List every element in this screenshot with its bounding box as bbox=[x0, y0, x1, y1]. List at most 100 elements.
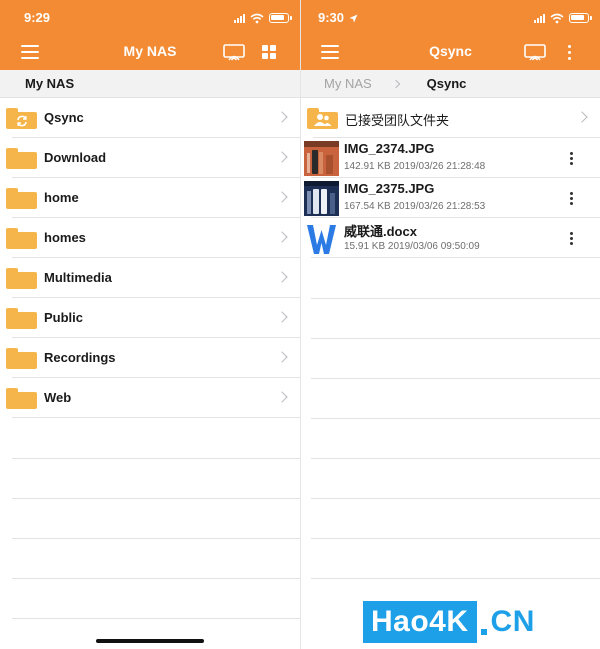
qsync-screen: 9:30 Qsync My NAS Qsync 已接受团队文件夹 IMG_237… bbox=[301, 0, 600, 649]
list-divider bbox=[311, 418, 600, 419]
folder-item-qsync[interactable]: Qsync bbox=[0, 98, 300, 138]
list-divider bbox=[311, 338, 600, 339]
chevron-right-icon bbox=[276, 151, 288, 163]
watermark-logo: Hao4K CN bbox=[363, 601, 589, 643]
shared-folder-label: 已接受团队文件夹 bbox=[345, 113, 450, 128]
breadcrumb: My NAS Qsync bbox=[301, 70, 600, 98]
list-divider bbox=[311, 298, 600, 299]
file-more-button[interactable] bbox=[564, 230, 578, 246]
cellular-signal-icon bbox=[534, 13, 545, 23]
file-name: IMG_2374.JPG bbox=[344, 141, 435, 156]
folder-icon bbox=[6, 228, 37, 249]
folder-icon bbox=[6, 188, 37, 209]
chevron-right-icon bbox=[276, 231, 288, 243]
file-name: 威联通.docx bbox=[344, 224, 417, 239]
status-indicators bbox=[234, 12, 292, 24]
folder-icon bbox=[6, 308, 37, 329]
team-folder-icon bbox=[307, 108, 338, 129]
list-divider bbox=[311, 378, 600, 379]
chevron-right-icon bbox=[276, 351, 288, 363]
status-time: 9:29 bbox=[24, 10, 51, 25]
wifi-icon bbox=[550, 13, 564, 23]
breadcrumb: My NAS bbox=[0, 70, 300, 98]
file-meta: 142.91 KB 2019/03/26 21:28:48 bbox=[344, 161, 486, 172]
folder-item-recordings[interactable]: Recordings bbox=[0, 338, 300, 378]
chevron-right-icon bbox=[576, 111, 588, 123]
menu-icon bbox=[321, 45, 339, 59]
folder-item-download[interactable]: Download bbox=[0, 138, 300, 178]
menu-button[interactable] bbox=[17, 40, 43, 64]
folder-label: home bbox=[44, 190, 79, 205]
more-vertical-icon bbox=[567, 44, 571, 60]
list-divider bbox=[12, 618, 300, 619]
breadcrumb-separator-icon bbox=[391, 79, 400, 88]
folder-label: Qsync bbox=[44, 110, 84, 125]
navigation-bar: 9:29 My NAS bbox=[0, 0, 300, 70]
more-options-button[interactable] bbox=[556, 40, 582, 64]
folder-icon bbox=[6, 348, 37, 369]
location-arrow-icon bbox=[349, 14, 358, 23]
image-thumbnail bbox=[304, 181, 339, 216]
list-divider bbox=[311, 538, 600, 539]
cast-button[interactable] bbox=[522, 40, 548, 64]
chevron-right-icon bbox=[276, 111, 288, 123]
battery-icon bbox=[269, 13, 292, 23]
menu-icon bbox=[21, 45, 39, 59]
cast-icon bbox=[524, 43, 546, 60]
file-item-img-2374[interactable]: IMG_2374.JPG 142.91 KB 2019/03/26 21:28:… bbox=[301, 138, 600, 178]
home-indicator[interactable] bbox=[96, 639, 204, 643]
folder-item-home[interactable]: home bbox=[0, 178, 300, 218]
status-time: 9:30 bbox=[318, 10, 345, 25]
list-divider bbox=[311, 458, 600, 459]
folder-list: Qsync Download home homes Multimedia Pub… bbox=[0, 98, 300, 418]
status-indicators bbox=[534, 12, 592, 24]
chevron-right-icon bbox=[276, 191, 288, 203]
folder-label: Public bbox=[44, 310, 84, 325]
image-thumbnail bbox=[304, 141, 339, 176]
page-title: My NAS bbox=[123, 43, 177, 59]
grid-view-button[interactable] bbox=[256, 40, 282, 64]
qsync-folder-icon bbox=[6, 108, 37, 129]
list-divider bbox=[311, 498, 600, 499]
list-divider bbox=[311, 578, 600, 579]
watermark-dot bbox=[480, 629, 487, 635]
folder-label: Recordings bbox=[44, 350, 116, 365]
folder-label: Download bbox=[44, 150, 107, 165]
navigation-bar: 9:30 Qsync bbox=[301, 0, 600, 70]
file-more-button[interactable] bbox=[564, 190, 578, 206]
folder-label: Multimedia bbox=[44, 270, 112, 285]
cast-button[interactable] bbox=[221, 40, 247, 64]
file-name: IMG_2375.JPG bbox=[344, 181, 435, 196]
watermark-box-text: Hao4K bbox=[363, 601, 477, 643]
menu-button[interactable] bbox=[317, 40, 343, 64]
grid-view-icon bbox=[262, 45, 276, 59]
file-item-docx[interactable]: 威联通.docx 15.91 KB 2019/03/06 09:50:09 bbox=[301, 218, 600, 258]
folder-icon bbox=[6, 268, 37, 289]
battery-icon bbox=[569, 13, 592, 23]
file-list: 已接受团队文件夹 IMG_2374.JPG 142.91 KB 2019/03/… bbox=[301, 98, 600, 258]
chevron-right-icon bbox=[276, 311, 288, 323]
chevron-right-icon bbox=[276, 271, 288, 283]
shared-folder-item[interactable]: 已接受团队文件夹 bbox=[301, 98, 600, 138]
watermark-text: CN bbox=[490, 605, 535, 638]
file-item-img-2375[interactable]: IMG_2375.JPG 167.54 KB 2019/03/26 21:28:… bbox=[301, 178, 600, 218]
folder-label: Web bbox=[44, 390, 72, 405]
my-nas-screen: 9:29 My NAS My NAS Qsync Download home h… bbox=[0, 0, 300, 649]
list-divider bbox=[12, 498, 300, 499]
cast-icon bbox=[223, 43, 245, 60]
folder-icon bbox=[6, 148, 37, 169]
folder-label: homes bbox=[44, 230, 86, 245]
cellular-signal-icon bbox=[234, 13, 245, 23]
file-meta: 15.91 KB 2019/03/06 09:50:09 bbox=[344, 241, 480, 252]
folder-item-multimedia[interactable]: Multimedia bbox=[0, 258, 300, 298]
breadcrumb-parent[interactable]: My NAS bbox=[324, 76, 372, 91]
folder-item-web[interactable]: Web bbox=[0, 378, 300, 418]
list-divider bbox=[12, 458, 300, 459]
folder-item-public[interactable]: Public bbox=[0, 298, 300, 338]
breadcrumb-current: My NAS bbox=[25, 76, 75, 91]
file-meta: 167.54 KB 2019/03/26 21:28:53 bbox=[344, 201, 486, 212]
chevron-right-icon bbox=[276, 391, 288, 403]
word-doc-icon bbox=[304, 221, 339, 256]
file-more-button[interactable] bbox=[564, 150, 578, 166]
folder-item-homes[interactable]: homes bbox=[0, 218, 300, 258]
